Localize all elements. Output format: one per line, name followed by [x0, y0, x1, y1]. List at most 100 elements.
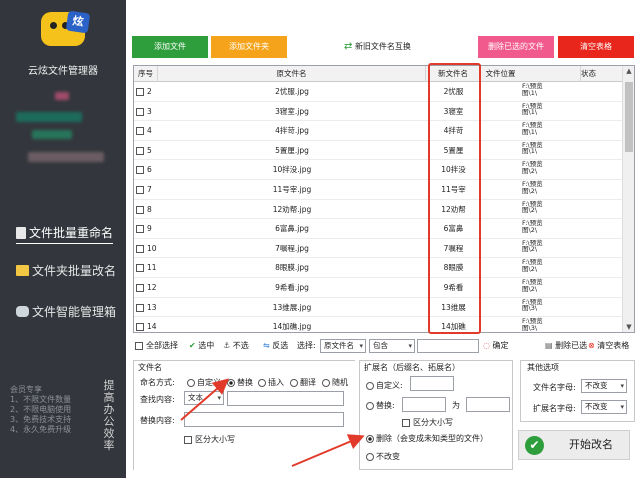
row-checkbox[interactable] [136, 186, 144, 194]
select-field-dropdown[interactable]: 原文件名 ▾ [320, 339, 366, 353]
row-location: F:\预览 图\2\ [522, 278, 543, 293]
confirm-button[interactable]: ◌ 确定 [483, 339, 509, 353]
row-checkbox[interactable] [136, 303, 144, 312]
scroll-down-icon[interactable]: ▼ [623, 323, 634, 331]
mode-replace-radio[interactable]: 替换 [227, 377, 253, 388]
table-scrollbar[interactable]: ▲ ▼ [622, 66, 634, 332]
filename-section: 文件名 命名方式: 自定义 替换 插入 翻译 随机 查找内容: 文本 ▾ 替换内容… [133, 360, 355, 470]
row-new-name: 2忧服 [443, 87, 464, 96]
table-row[interactable]: 3 3寝室.jpg 3寝室 F:\预览 图\1\ [134, 102, 624, 122]
select-text-input[interactable] [417, 339, 479, 353]
invert-button[interactable]: ⇋ 反选 [263, 339, 288, 353]
table-row[interactable]: 13 13维展.jpg 13维展 F:\预览 图\3\ [134, 298, 624, 318]
row-new-name: 9希看 [443, 283, 464, 292]
unselect-button[interactable]: ⚓ 不选 [223, 339, 249, 353]
select-label: 选择: [297, 341, 316, 350]
row-checkbox[interactable] [136, 88, 144, 96]
table-row[interactable]: 4 4拌苛.jpg 4拌苛 F:\预览 图\1\ [134, 121, 624, 141]
close-circle-icon: ⊗ [588, 341, 595, 350]
swap-names-button[interactable]: ⇄ 新旧文件名互换 [344, 40, 411, 54]
table-row[interactable]: 9 6富鼻.jpg 6富鼻 F:\预览 图\2\ [134, 219, 624, 239]
replace-content-input[interactable] [184, 412, 344, 427]
select-operator-dropdown[interactable]: 包含 ▾ [369, 339, 415, 353]
ext-replace-to-input[interactable] [466, 397, 510, 412]
row-new-name: 4拌苛 [443, 126, 464, 136]
row-checkbox[interactable] [136, 225, 144, 234]
row-checkbox[interactable] [136, 127, 144, 136]
ext-custom-radio[interactable]: 自定义: [366, 380, 403, 391]
col-seq-header: 序号 [134, 66, 158, 82]
member-title: 会员专享 [10, 385, 42, 394]
ext-custom-input[interactable] [410, 376, 454, 391]
nav-batch-rename-files[interactable]: 文件批量重命名 [16, 224, 114, 244]
ext-case-sensitive-checkbox[interactable]: 区分大小写 [402, 417, 453, 428]
check-circle-icon: ✔ [189, 341, 196, 350]
nav-batch-rename-folders[interactable]: 文件夹批量改名 [16, 262, 116, 279]
mode-translate-radio[interactable]: 翻译 [290, 377, 316, 388]
row-location: F:\预览 图\2\ [522, 238, 543, 254]
checkmark-icon: ✔ [525, 436, 544, 455]
delete-selected-files-button[interactable]: 删除已选的文件 [478, 36, 554, 58]
clear-table-button[interactable]: 清空表格 [558, 36, 634, 58]
confirm-icon: ◌ [483, 341, 490, 350]
add-folder-button[interactable]: 添加文件夹 [211, 36, 287, 58]
file-table: 序号 原文件名 新文件名 文件位置 状态 2 2忧服.jpg 2忧服 F:\预览 图\1… [133, 65, 635, 333]
filename-case-dropdown[interactable]: 不改变 ▾ [581, 379, 627, 393]
table-row[interactable]: 7 11号宰.jpg 11号宰 F:\预览 图\2\ [134, 180, 624, 200]
row-original-name: 13维展.jpg [272, 302, 312, 312]
table-row[interactable]: 12 9希看.jpg 9希看 F:\预览 图\2\ [134, 278, 624, 298]
row-original-name: 4拌苛.jpg [275, 126, 309, 136]
row-checkbox[interactable] [136, 244, 144, 253]
anchor-icon: ⚓ [223, 341, 231, 350]
row-checkbox[interactable] [136, 323, 144, 332]
row-original-name: 5置厘.jpg [275, 145, 309, 155]
table-row[interactable]: 11 8眼膜.jpg 8眼膜 F:\预览 图\2\ [134, 258, 624, 278]
table-row[interactable]: 14 14加礁.jpg 14加礁 F:\预览 图\3\ [134, 317, 624, 332]
mode-custom-radio[interactable]: 自定义 [187, 377, 221, 388]
filename-case-label: 文件名字母: [533, 383, 576, 392]
filename-section-title: 文件名 [138, 363, 162, 372]
row-location: F:\预览 图\1\ [522, 82, 543, 97]
ext-case-dropdown[interactable]: 不改变 ▾ [581, 400, 627, 414]
row-checkbox[interactable] [136, 205, 144, 214]
add-file-button[interactable]: 添加文件 [132, 36, 208, 58]
row-checkbox[interactable] [136, 107, 144, 116]
mode-insert-radio[interactable]: 插入 [258, 377, 284, 388]
table-row[interactable]: 8 12劝帮.jpg 12劝帮 F:\预览 图\2\ [134, 200, 624, 220]
ext-delete-radio[interactable]: 删除（会变成未知类型的文件） [366, 433, 488, 444]
select-button[interactable]: ✔ 选中 [189, 339, 214, 353]
nav-smart-file-box[interactable]: 文件智能管理箱 [16, 303, 116, 320]
row-new-name: 13维展 [441, 302, 466, 312]
row-new-name: 5置厘 [443, 145, 464, 155]
table-row[interactable]: 10 7嘱程.jpg 7嘱程 F:\预览 图\2\ [134, 239, 624, 259]
row-checkbox[interactable] [136, 166, 144, 175]
row-checkbox[interactable] [136, 264, 144, 273]
blurred-user-info [28, 152, 104, 162]
ext-replace-radio[interactable]: 替换: [366, 400, 395, 411]
find-content-label: 查找内容: [140, 395, 175, 404]
scroll-up-icon[interactable]: ▲ [623, 67, 634, 75]
row-checkbox[interactable] [136, 146, 144, 155]
find-content-input[interactable] [227, 391, 344, 406]
ext-replace-from-input[interactable] [402, 397, 446, 412]
table-row[interactable]: 5 5置厘.jpg 5置厘 F:\预览 图\1\ [134, 141, 624, 161]
blurred-user-info [55, 92, 69, 100]
find-mode-dropdown[interactable]: 文本 ▾ [184, 391, 224, 405]
case-sensitive-checkbox[interactable]: 区分大小写 [184, 434, 235, 445]
delete-selected-button[interactable]: ▤ 删除已选 [545, 339, 587, 353]
table-row[interactable]: 6 10拌没.jpg 10拌没 F:\预览 图\2\ [134, 160, 624, 180]
scroll-thumb[interactable] [625, 82, 633, 152]
extension-section-title: 扩展名（后缀名、拓展名） [364, 363, 460, 372]
row-location: F:\预览 图\3\ [522, 317, 543, 332]
row-original-name: 8眼膜.jpg [275, 263, 309, 273]
ext-unchanged-radio[interactable]: 不改变 [366, 451, 400, 462]
start-rename-button[interactable]: ✔ 开始改名 [518, 430, 630, 460]
ext-case-label: 扩展名字母: [533, 404, 576, 413]
clear-table-small-button[interactable]: ⊗ 清空表格 [588, 339, 629, 353]
member-line: 3、免费技术支持 [10, 415, 72, 424]
chevron-down-icon: ▾ [408, 342, 412, 350]
select-all-checkbox[interactable]: 全部选择 [135, 339, 178, 353]
mode-random-radio[interactable]: 随机 [322, 377, 348, 388]
table-row[interactable]: 2 2忧服.jpg 2忧服 F:\预览 图\1\ [134, 82, 624, 102]
row-checkbox[interactable] [136, 284, 144, 292]
